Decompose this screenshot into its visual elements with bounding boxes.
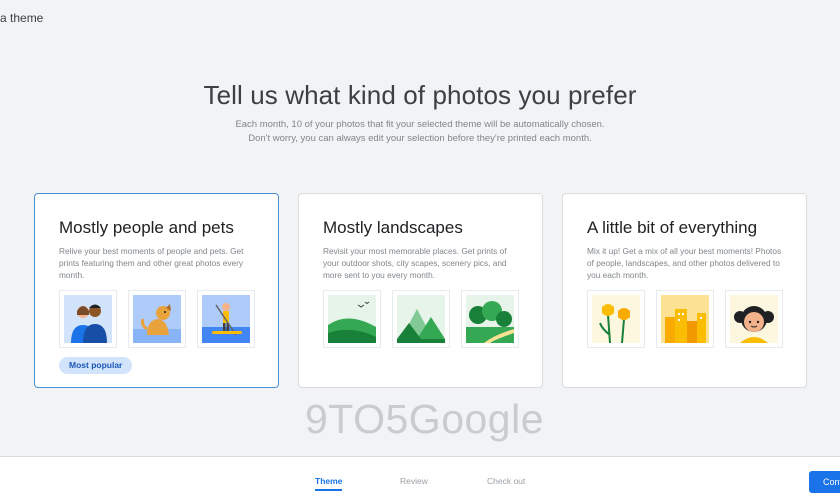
girl-illustration-icon (725, 290, 783, 348)
page-subtitle: Each month, 10 of your photos that fit y… (0, 118, 840, 146)
dog-illustration-icon (128, 290, 186, 348)
paddleboard-illustration-icon (197, 290, 255, 348)
theme-card-people-pets[interactable]: Mostly people and pets Relive your best … (34, 193, 279, 388)
card-thumbnails (587, 290, 783, 348)
continue-button[interactable]: Continue (809, 471, 840, 493)
card-thumbnails (59, 290, 255, 348)
card-title: Mostly people and pets (59, 218, 234, 237)
step-theme[interactable]: Theme (315, 476, 343, 491)
card-description: Revisit your most memorable places. Get … (323, 246, 507, 280)
watermark-text: 9TO5Google (305, 396, 545, 442)
city-illustration-icon (656, 290, 714, 348)
card-thumbnails (323, 290, 519, 348)
step-check-out[interactable]: Check out (487, 476, 525, 486)
subtitle-line-1: Each month, 10 of your photos that fit y… (235, 119, 605, 130)
theme-card-landscapes[interactable]: Mostly landscapes Revisit your most memo… (298, 193, 543, 388)
mountains-illustration-icon (392, 290, 450, 348)
page-header-title: a theme (0, 11, 44, 25)
card-title: A little bit of everything (587, 218, 758, 237)
couple-illustration-icon (59, 290, 117, 348)
subtitle-line-2: Don't worry, you can always edit your se… (248, 133, 592, 144)
card-description: Mix it up! Get a mix of all your best mo… (587, 246, 782, 280)
trees-path-illustration-icon (461, 290, 519, 348)
card-title: Mostly landscapes (323, 218, 463, 237)
most-popular-badge: Most popular (59, 357, 133, 374)
footer-stepper-bar: Theme Review Check out Continue (0, 456, 840, 497)
step-review[interactable]: Review (400, 476, 428, 486)
tulips-illustration-icon (587, 290, 645, 348)
theme-card-everything[interactable]: A little bit of everything Mix it up! Ge… (562, 193, 807, 388)
card-description: Relive your best moments of people and p… (59, 246, 244, 280)
hills-birds-illustration-icon (323, 290, 381, 348)
page-title: Tell us what kind of photos you prefer (203, 80, 637, 110)
